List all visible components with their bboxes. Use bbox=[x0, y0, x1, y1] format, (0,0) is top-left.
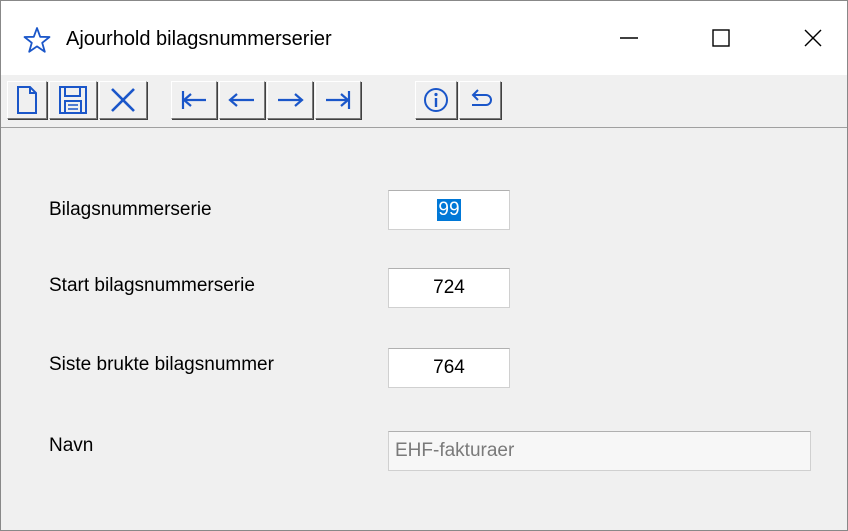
bilagsnummerserie-field[interactable]: 99 bbox=[388, 190, 510, 230]
undo-button[interactable] bbox=[459, 81, 501, 119]
title-bar[interactable]: Ajourhold bilagsnummerserier bbox=[1, 1, 847, 75]
bilagsnummerserie-label: Bilagsnummerserie bbox=[49, 199, 212, 220]
toolbar bbox=[1, 75, 847, 128]
window-title: Ajourhold bilagsnummerserier bbox=[66, 28, 332, 50]
info-icon bbox=[424, 88, 448, 112]
close-button[interactable] bbox=[767, 1, 848, 75]
last-record-button[interactable] bbox=[315, 81, 361, 119]
undo-icon bbox=[471, 89, 492, 106]
first-record-button[interactable] bbox=[171, 81, 217, 119]
app-window: Ajourhold bilagsnummerserier Bilagsnumme… bbox=[0, 0, 848, 531]
bilagsnummerserie-value: 99 bbox=[437, 199, 461, 221]
new-document-icon bbox=[17, 86, 37, 114]
close-icon bbox=[804, 29, 822, 47]
start-bilagsnummerserie-value: 724 bbox=[433, 277, 465, 298]
star-outline-icon bbox=[23, 27, 51, 53]
navn-field[interactable]: EHF-fakturaer bbox=[388, 431, 811, 471]
delete-icon bbox=[111, 88, 135, 112]
navn-label: Navn bbox=[49, 435, 94, 456]
previous-record-button[interactable] bbox=[219, 81, 265, 119]
delete-button[interactable] bbox=[99, 81, 147, 119]
last-record-icon bbox=[326, 91, 351, 109]
next-record-icon bbox=[278, 93, 304, 107]
start-bilagsnummerserie-label: Start bilagsnummerserie bbox=[49, 275, 255, 296]
navn-value: EHF-fakturaer bbox=[395, 440, 515, 461]
siste-brukte-bilagsnummer-value: 764 bbox=[433, 357, 465, 378]
save-button[interactable] bbox=[49, 81, 97, 119]
previous-record-icon bbox=[228, 93, 254, 107]
next-record-button[interactable] bbox=[267, 81, 313, 119]
start-bilagsnummerserie-field[interactable]: 724 bbox=[388, 268, 510, 308]
save-icon bbox=[59, 86, 87, 114]
maximize-icon bbox=[712, 29, 730, 47]
siste-brukte-bilagsnummer-field[interactable]: 764 bbox=[388, 348, 510, 388]
new-button[interactable] bbox=[7, 81, 47, 119]
minimize-button[interactable] bbox=[583, 1, 675, 75]
siste-brukte-bilagsnummer-label: Siste brukte bilagsnummer bbox=[49, 354, 274, 375]
info-button[interactable] bbox=[415, 81, 457, 119]
maximize-button[interactable] bbox=[675, 1, 767, 75]
first-record-icon bbox=[181, 91, 206, 109]
minimize-icon bbox=[620, 37, 638, 39]
